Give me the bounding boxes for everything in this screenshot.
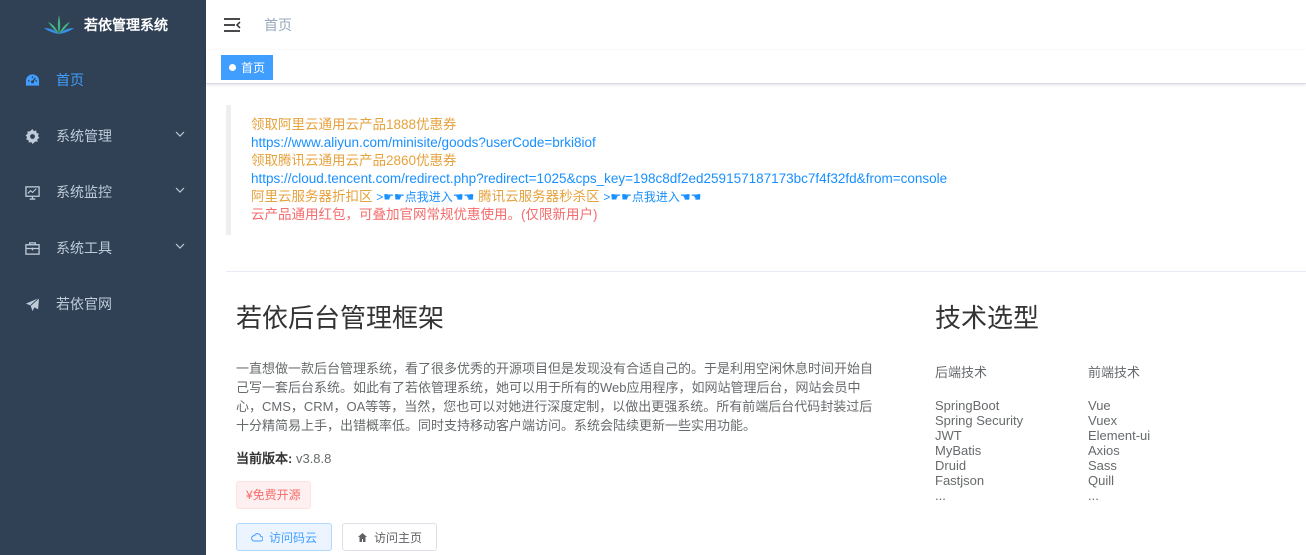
promo-aliyun-coupon: 领取阿里云通用云产品1888优惠券 — [251, 117, 457, 132]
backend-tech-column: 后端技术 SpringBoot Spring Security JWT MyBa… — [935, 362, 1088, 503]
version-line: 当前版本: v3.8.8 — [236, 448, 886, 467]
frontend-tech-title: 前端技术 — [1088, 365, 1141, 380]
list-item: Element-ui — [1088, 428, 1151, 443]
visit-gitee-button[interactable]: 访问码云 — [236, 523, 333, 551]
logo[interactable]: 若依管理系统 — [0, 0, 206, 50]
sidebar-item-label: 系统工具 — [56, 240, 112, 256]
send-icon — [24, 296, 40, 312]
sidebar-item-home[interactable]: 首页 — [0, 52, 206, 108]
list-item: Axios — [1088, 443, 1120, 458]
promo-block: 领取阿里云通用云产品1888优惠券 https://www.aliyun.com… — [226, 105, 1306, 235]
backend-tech-title: 后端技术 — [935, 365, 988, 380]
intro-section: 若依后台管理框架 一直想做一款后台管理系统，看了很多优秀的开源项目但是发现没有合… — [236, 298, 886, 551]
app-root: 若依管理系统 首页 系统管理 系统监控 系统工具 若依官网 首页 首页 领取阿里… — [0, 0, 1306, 555]
promo-tencent-coupon: 领取腾讯云通用云产品2860优惠券 — [251, 153, 457, 168]
chevron-down-icon — [175, 131, 185, 137]
sidebar-item-label: 系统管理 — [56, 128, 112, 144]
list-item: Spring Security — [935, 413, 1024, 428]
tech-title: 技术选型 — [935, 303, 1040, 333]
intro-description: 一直想做一款后台管理系统，看了很多优秀的开源项目但是发现没有合适自己的。于是利用… — [236, 361, 874, 433]
list-item: Vuex — [1088, 413, 1118, 428]
visit-home-label: 访问主页 — [374, 530, 423, 545]
promo-aliyun-server-label: 阿里云服务器折扣区 — [251, 189, 373, 204]
visit-home-button[interactable]: 访问主页 — [342, 523, 438, 551]
gear-icon — [24, 128, 40, 144]
version-value: v3.8.8 — [295, 451, 332, 466]
tab-label: 首页 — [241, 61, 266, 75]
promo-red-packet: 云产品通用红包，可叠加官网常规优惠使用。(仅限新用户) — [251, 207, 598, 222]
cloud-icon — [251, 533, 263, 542]
tech-columns: 后端技术 SpringBoot Spring Security JWT MyBa… — [935, 362, 1295, 503]
list-item: ... — [935, 488, 946, 503]
list-item: Fastjson — [935, 473, 985, 488]
intro-title: 若依后台管理框架 — [236, 303, 445, 333]
main-content: 领取阿里云通用云产品1888优惠券 https://www.aliyun.com… — [206, 84, 1306, 555]
promo-tencent-link[interactable]: https://cloud.tencent.com/redirect.php?r… — [251, 171, 947, 186]
navbar: 首页 — [206, 0, 1306, 50]
free-tag: ¥免费开源 — [236, 481, 311, 509]
tags-view: 首页 — [206, 50, 1306, 84]
chevron-down-icon — [175, 243, 185, 249]
app-title: 若依管理系统 — [84, 17, 168, 33]
button-row: 访问码云 访问主页 — [236, 523, 886, 551]
chevron-down-icon — [175, 187, 185, 193]
list-item: Quill — [1088, 473, 1115, 488]
dashboard-icon — [24, 72, 40, 88]
toolbox-icon — [24, 240, 40, 256]
list-item: Sass — [1088, 458, 1117, 473]
list-item: MyBatis — [935, 443, 982, 458]
sidebar-item-system-management[interactable]: 系统管理 — [0, 108, 206, 164]
tag-active-dot — [229, 64, 236, 71]
promo-tencent-server-link[interactable]: >☛☛点我进入☚☚ — [603, 190, 701, 204]
promo-tencent-server-label: 腾讯云服务器秒杀区 — [478, 189, 600, 204]
frontend-tech-column: 前端技术 Vue Vuex Element-ui Axios Sass Quil… — [1088, 362, 1241, 503]
list-item: Vue — [1088, 398, 1111, 413]
sidebar-item-ruoyi-website[interactable]: 若依官网 — [0, 276, 206, 332]
sidebar-item-system-monitor[interactable]: 系统监控 — [0, 164, 206, 220]
sidebar-item-label: 首页 — [56, 72, 84, 88]
breadcrumb: 首页 — [264, 17, 292, 33]
version-label: 当前版本: — [236, 451, 293, 466]
monitor-icon — [24, 184, 40, 200]
visit-gitee-label: 访问码云 — [269, 530, 318, 545]
sidebar-item-label: 系统监控 — [56, 184, 112, 200]
list-item: Druid — [935, 458, 967, 473]
tech-section: 技术选型 后端技术 SpringBoot Spring Security JWT… — [935, 298, 1295, 503]
promo-aliyun-link[interactable]: https://www.aliyun.com/minisite/goods?us… — [251, 135, 596, 150]
list-item: JWT — [935, 428, 962, 443]
divider — [226, 271, 1306, 272]
sidebar-item-label: 若依官网 — [56, 296, 112, 312]
list-item: SpringBoot — [935, 398, 1000, 413]
sidebar-item-system-tools[interactable]: 系统工具 — [0, 220, 206, 276]
promo-aliyun-server-link[interactable]: >☛☛点我进入☚☚ — [376, 190, 474, 204]
hamburger-icon[interactable] — [222, 15, 242, 35]
sidebar: 若依管理系统 首页 系统管理 系统监控 系统工具 若依官网 — [0, 0, 206, 555]
list-item: ... — [1088, 488, 1099, 503]
logo-icon — [44, 15, 74, 34]
home-icon — [358, 532, 368, 542]
tab-home[interactable]: 首页 — [221, 55, 274, 80]
